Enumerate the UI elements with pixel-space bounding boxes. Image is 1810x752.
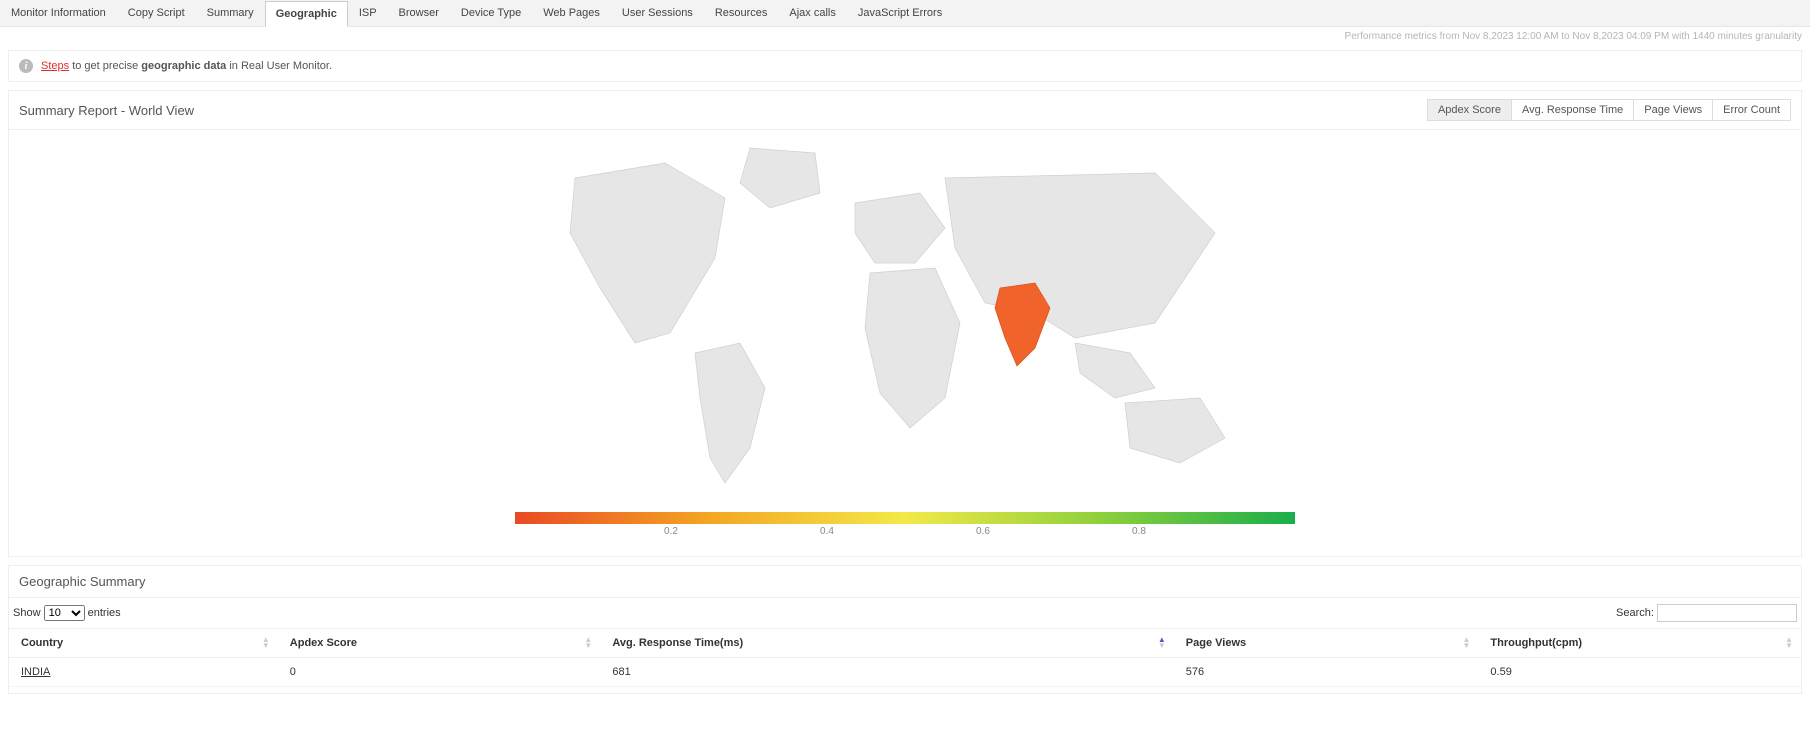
sort-icon: ▲▼	[1785, 637, 1793, 649]
tab-user-sessions[interactable]: User Sessions	[611, 0, 704, 26]
tab-resources[interactable]: Resources	[704, 0, 779, 26]
geo-summary-table: Country▲▼Apdex Score▲▼Avg. Response Time…	[9, 628, 1801, 687]
tab-summary[interactable]: Summary	[196, 0, 265, 26]
col-page-views[interactable]: Page Views▲▼	[1174, 629, 1479, 658]
tab-isp[interactable]: ISP	[348, 0, 388, 26]
world-view-title: Summary Report - World View	[19, 103, 194, 118]
tab-device-type[interactable]: Device Type	[450, 0, 532, 26]
legend-tick: 0.8	[1132, 526, 1146, 537]
tab-browser[interactable]: Browser	[388, 0, 450, 26]
world-map	[9, 130, 1801, 512]
metric-btn-avg-response-time[interactable]: Avg. Response Time	[1511, 99, 1634, 121]
metric-switch: Apdex ScoreAvg. Response TimePage ViewsE…	[1428, 99, 1791, 121]
info-icon: i	[19, 59, 33, 73]
time-range-text: Performance metrics from Nov 8,2023 12:0…	[0, 27, 1810, 42]
legend-gradient	[515, 512, 1295, 524]
sort-icon: ▲▼	[262, 637, 270, 649]
country-link[interactable]: INDIA	[21, 666, 50, 678]
sort-icon: ▲▼	[1158, 637, 1166, 649]
cell-throughput: 0.59	[1478, 658, 1801, 687]
tab-javascript-errors[interactable]: JavaScript Errors	[847, 0, 953, 26]
steps-link[interactable]: Steps	[41, 60, 69, 72]
tab-monitor-information[interactable]: Monitor Information	[0, 0, 117, 26]
metric-btn-error-count[interactable]: Error Count	[1712, 99, 1791, 121]
cell-page-views: 576	[1174, 658, 1479, 687]
cell-avg-rt: 681	[600, 658, 1173, 687]
show-entries-select[interactable]: 102550100	[44, 605, 85, 621]
world-view-panel: Summary Report - World View Apdex ScoreA…	[8, 90, 1802, 557]
search-control: Search:	[1616, 604, 1797, 622]
show-entries-control: Show 102550100 entries	[13, 605, 121, 621]
legend-tick: 0.6	[976, 526, 990, 537]
geo-summary-title: Geographic Summary	[9, 566, 1801, 598]
geo-summary-panel: Geographic Summary Show 102550100 entrie…	[8, 565, 1802, 694]
legend-tick: 0.2	[664, 526, 678, 537]
tab-ajax-calls[interactable]: Ajax calls	[778, 0, 846, 26]
col-throughput-cpm-[interactable]: Throughput(cpm)▲▼	[1478, 629, 1801, 658]
metric-btn-apdex-score[interactable]: Apdex Score	[1427, 99, 1512, 121]
sort-icon: ▲▼	[1462, 637, 1470, 649]
tab-copy-script[interactable]: Copy Script	[117, 0, 196, 26]
tab-geographic[interactable]: Geographic	[265, 1, 348, 27]
tab-web-pages[interactable]: Web Pages	[532, 0, 611, 26]
info-text: Steps to get precise geographic data in …	[41, 60, 332, 72]
map-legend: 0.2 0.4 0.6 0.8	[9, 512, 1801, 556]
col-avg-response-time-ms-[interactable]: Avg. Response Time(ms)▲▼	[600, 629, 1173, 658]
metric-btn-page-views[interactable]: Page Views	[1633, 99, 1713, 121]
col-apdex-score[interactable]: Apdex Score▲▼	[278, 629, 601, 658]
legend-tick: 0.4	[820, 526, 834, 537]
col-country[interactable]: Country▲▼	[9, 629, 278, 658]
country-india[interactable]	[995, 283, 1050, 366]
table-row: INDIA 06815760.59	[9, 658, 1801, 687]
info-banner: i Steps to get precise geographic data i…	[8, 50, 1802, 82]
legend-ticks: 0.2 0.4 0.6 0.8	[515, 524, 1295, 538]
tab-bar: Monitor InformationCopy ScriptSummaryGeo…	[0, 0, 1810, 27]
search-input[interactable]	[1657, 604, 1797, 622]
world-map-svg[interactable]	[515, 138, 1295, 498]
sort-icon: ▲▼	[584, 637, 592, 649]
cell-apdex: 0	[278, 658, 601, 687]
